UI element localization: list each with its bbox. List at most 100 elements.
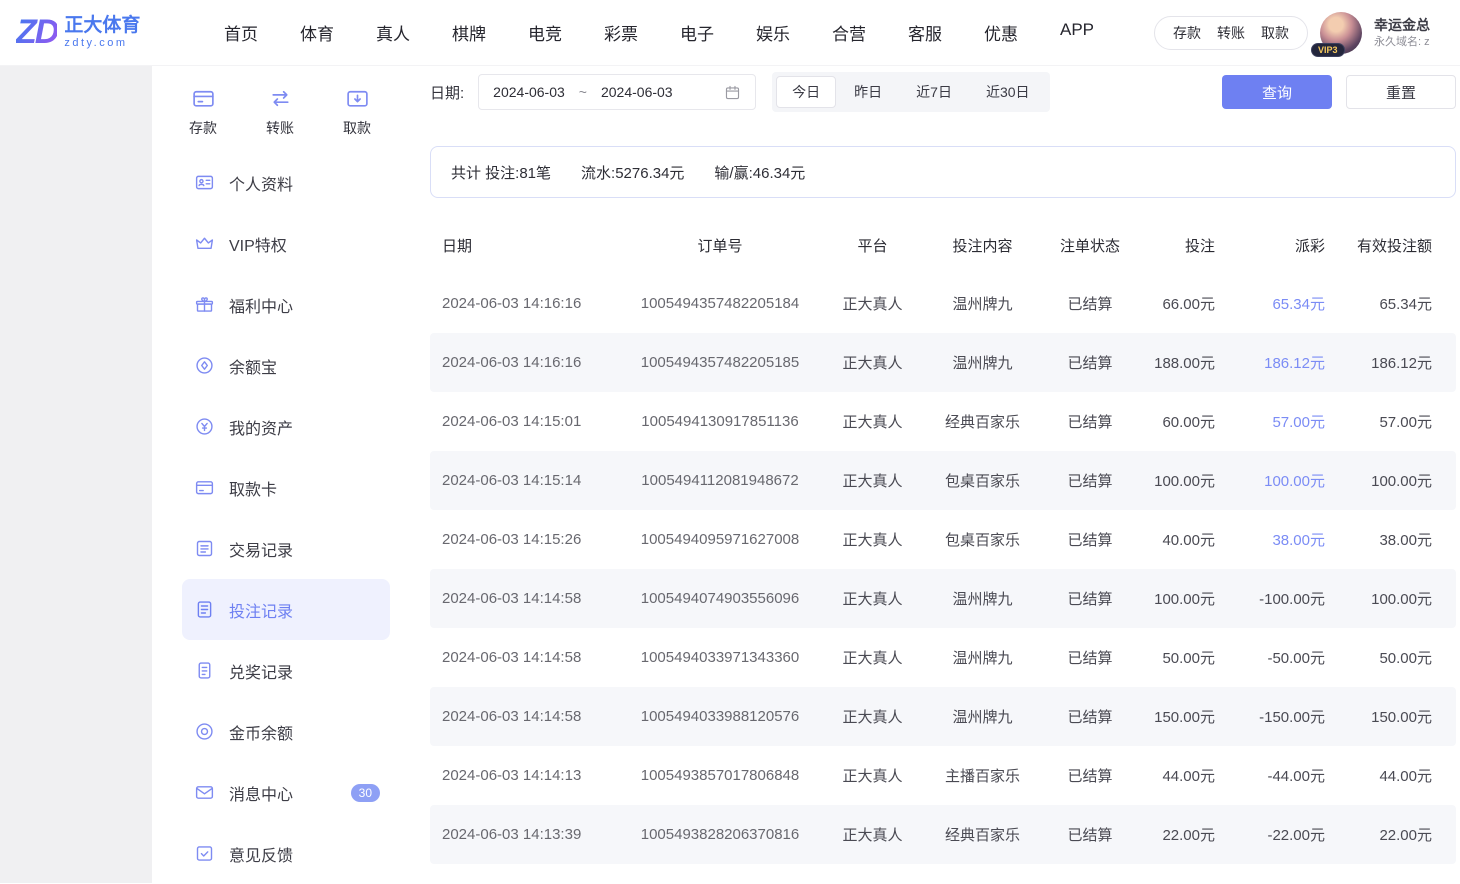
cell-payout: -100.00元 (1225, 588, 1335, 609)
gift-icon (194, 294, 215, 315)
summary-turnover: 流水:5276.34元 (581, 162, 684, 183)
cell-payout: -150.00元 (1225, 706, 1335, 727)
cell-payout: 186.12元 (1225, 352, 1335, 373)
cell-date: 2024-06-03 14:15:14 (430, 472, 620, 489)
cell-order: 1005494130917851136 (620, 413, 820, 430)
query-button[interactable]: 查询 (1222, 75, 1332, 109)
quick-action-0[interactable]: 存款 (186, 86, 220, 138)
calendar-icon (724, 84, 741, 101)
table-row: 2024-06-03 14:13:391005493828206370816正大… (430, 805, 1456, 864)
table-header: 日期订单号平台投注内容注单状态投注派彩有效投注额 (430, 216, 1456, 274)
cell-date: 2024-06-03 14:14:58 (430, 649, 620, 666)
range-tab-0[interactable]: 今日 (776, 76, 836, 108)
crown-icon (194, 233, 215, 254)
sidebar-item-6[interactable]: 交易记录 (182, 518, 390, 579)
nav-item-7[interactable]: 娱乐 (756, 20, 790, 45)
cell-date: 2024-06-03 14:15:26 (430, 531, 620, 548)
cell-valid: 100.00元 (1335, 470, 1456, 491)
sidebar-item-0[interactable]: 个人资料 (182, 152, 390, 213)
cell-platform: 正大真人 (820, 706, 925, 727)
sidebar-item-11[interactable]: 意见反馈 (182, 823, 390, 884)
transactions-icon (194, 538, 215, 559)
sidebar-item-4[interactable]: 我的资产 (182, 396, 390, 457)
sidebar-item-label: 金币余额 (229, 720, 293, 744)
nav-item-1[interactable]: 体育 (300, 20, 334, 45)
cell-platform: 正大真人 (820, 470, 925, 491)
table-row: 2024-06-03 14:15:141005494112081948672正大… (430, 451, 1456, 510)
nav-item-8[interactable]: 合营 (832, 20, 866, 45)
quick-action-2[interactable]: 取款 (340, 86, 374, 138)
quick-action-1[interactable]: 转账 (263, 86, 297, 138)
quick-action-label: 取款 (343, 118, 371, 138)
reset-button[interactable]: 重置 (1346, 75, 1456, 109)
sidebar-item-3[interactable]: 余额宝 (182, 335, 390, 396)
column-header-6: 派彩 (1225, 235, 1335, 256)
sidebar-item-label: VIP特权 (229, 232, 287, 256)
cell-date: 2024-06-03 14:13:39 (430, 826, 620, 843)
cell-platform: 正大真人 (820, 293, 925, 314)
date-range-tabs: 今日昨日近7日近30日 (772, 72, 1049, 112)
table-row: 2024-06-03 14:16:161005494357482205184正大… (430, 274, 1456, 333)
cell-order: 1005494095971627008 (620, 531, 820, 548)
cell-content: 包桌百家乐 (925, 470, 1040, 491)
range-tab-3[interactable]: 近30日 (970, 76, 1046, 108)
cell-status: 已结算 (1040, 765, 1140, 786)
wallet-link-2[interactable]: 取款 (1261, 23, 1289, 43)
sidebar-item-7[interactable]: 投注记录 (182, 579, 390, 640)
sidebar-item-2[interactable]: 福利中心 (182, 274, 390, 335)
bank-card-icon (194, 477, 215, 498)
column-header-7: 有效投注额 (1335, 235, 1456, 256)
feedback-icon (194, 843, 215, 864)
cell-platform: 正大真人 (820, 588, 925, 609)
sidebar-item-label: 个人资料 (229, 171, 293, 195)
summary-box: 共计 投注:81笔 流水:5276.34元 输/赢:46.34元 (430, 146, 1456, 198)
cell-date: 2024-06-03 14:14:13 (430, 767, 620, 784)
wallet-link-0[interactable]: 存款 (1173, 23, 1201, 43)
sidebar-item-label: 取款卡 (229, 476, 277, 500)
sidebar-item-5[interactable]: 取款卡 (182, 457, 390, 518)
nav-item-2[interactable]: 真人 (376, 20, 410, 45)
nav-item-0[interactable]: 首页 (224, 20, 258, 45)
nav-item-11[interactable]: APP (1060, 20, 1094, 45)
cell-bet: 50.00元 (1140, 647, 1225, 668)
range-tab-2[interactable]: 近7日 (900, 76, 968, 108)
cell-content: 包桌百家乐 (925, 529, 1040, 550)
nav-item-9[interactable]: 客服 (908, 20, 942, 45)
unread-count-badge: 30 (351, 784, 380, 802)
sidebar-item-10[interactable]: 消息中心30 (182, 762, 390, 823)
sidebar-item-9[interactable]: 金币余额 (182, 701, 390, 762)
nav-item-10[interactable]: 优惠 (984, 20, 1018, 45)
coin-icon (194, 355, 215, 376)
brand-text: 正大体育 zdty.com (64, 15, 140, 49)
table-row: 2024-06-03 14:14:581005494074903556096正大… (430, 569, 1456, 628)
cell-valid: 38.00元 (1335, 529, 1456, 550)
cell-platform: 正大真人 (820, 765, 925, 786)
cell-payout: 38.00元 (1225, 529, 1335, 550)
cell-order: 1005494357482205185 (620, 354, 820, 371)
cell-status: 已结算 (1040, 470, 1140, 491)
cell-valid: 57.00元 (1335, 411, 1456, 432)
sidebar-item-label: 我的资产 (229, 415, 293, 439)
nav-item-6[interactable]: 电子 (680, 20, 714, 45)
cell-status: 已结算 (1040, 352, 1140, 373)
range-tab-1[interactable]: 昨日 (838, 76, 898, 108)
user-meta: 幸运金总 永久域名: z (1374, 16, 1460, 50)
date-range-picker[interactable]: 2024-06-03 ~ 2024-06-03 (478, 74, 756, 110)
sidebar-item-8[interactable]: 兑奖记录 (182, 640, 390, 701)
nav-item-4[interactable]: 电竞 (528, 20, 562, 45)
table-row: 2024-06-03 14:15:261005494095971627008正大… (430, 510, 1456, 569)
brand-logo[interactable]: ZD 正大体育 zdty.com (16, 13, 184, 52)
nav-item-3[interactable]: 棋牌 (452, 20, 486, 45)
main-content: 日期: 2024-06-03 ~ 2024-06-03 今日昨日近7日近30日 … (420, 66, 1460, 883)
main-nav: 首页 体育 真人 棋牌 电竞 彩票 电子 娱乐 合营 客服 优惠 APP (224, 20, 1094, 45)
wallet-link-1[interactable]: 转账 (1217, 23, 1245, 43)
cell-status: 已结算 (1040, 293, 1140, 314)
redeem-icon (194, 660, 215, 681)
avatar[interactable]: VIP3 (1320, 12, 1362, 54)
sidebar-item-label: 投注记录 (229, 598, 293, 622)
sidebar-item-label: 意见反馈 (229, 842, 293, 866)
quick-actions: 存款转账取款 (152, 86, 420, 138)
nav-item-5[interactable]: 彩票 (604, 20, 638, 45)
cell-date: 2024-06-03 14:14:58 (430, 590, 620, 607)
sidebar-item-1[interactable]: VIP特权 (182, 213, 390, 274)
